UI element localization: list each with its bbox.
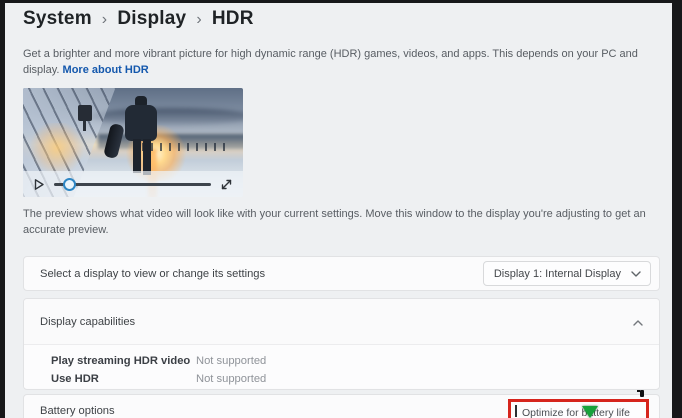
- video-control-bar: [23, 171, 243, 197]
- green-cursor-annotation: [582, 406, 598, 418]
- breadcrumb-display[interactable]: Display: [117, 8, 186, 30]
- capability-value: Not supported: [196, 373, 267, 385]
- chevron-down-icon: [631, 268, 641, 280]
- play-icon[interactable]: [33, 178, 45, 191]
- display-capabilities-card: Display capabilities Play streaming HDR …: [23, 298, 660, 390]
- chevron-down-icon: [654, 412, 663, 418]
- hdr-video-preview[interactable]: [23, 88, 243, 197]
- display-select-dropdown[interactable]: Display 1: Internal Display: [482, 261, 651, 286]
- capability-label: Use HDR: [51, 373, 99, 385]
- battery-options-dropdown[interactable]: Optimize for battery life: [522, 407, 630, 418]
- fullscreen-icon[interactable]: [220, 178, 233, 191]
- seek-slider[interactable]: [54, 177, 211, 191]
- seek-track[interactable]: [54, 183, 211, 186]
- capability-value: Not supported: [196, 355, 267, 367]
- breadcrumb-separator: ›: [101, 10, 108, 28]
- display-capabilities-body: Play streaming HDR video Not supported U…: [24, 345, 659, 388]
- breadcrumb: System › Display › HDR: [23, 8, 254, 30]
- breadcrumb-system[interactable]: System: [23, 8, 92, 30]
- capability-row: Play streaming HDR video Not supported: [51, 352, 643, 370]
- select-display-card: Select a display to view or change its s…: [23, 256, 660, 291]
- text-cursor: [515, 405, 517, 417]
- page-description: Get a brighter and more vibrant picture …: [23, 47, 671, 78]
- video-railing-glow: [27, 122, 88, 173]
- breadcrumb-separator: ›: [196, 10, 202, 28]
- capability-label: Play streaming HDR video: [51, 355, 191, 367]
- settings-page: System › Display › HDR Get a brighter an…: [5, 3, 672, 418]
- breadcrumb-hdr: HDR: [211, 8, 254, 29]
- video-deck-lamp: [78, 105, 92, 131]
- video-cloud-band: [89, 107, 243, 126]
- battery-options-dropdown-area: Optimize for battery life: [508, 399, 649, 418]
- annotation-mark: [637, 390, 644, 397]
- chevron-up-icon: [633, 313, 643, 331]
- preview-note: The preview shows what video will look l…: [23, 208, 646, 236]
- battery-options-label: Battery options: [40, 405, 115, 417]
- seek-thumb[interactable]: [63, 178, 77, 191]
- display-capabilities-title: Display capabilities: [40, 315, 136, 328]
- battery-options-card: Battery options Optimize for battery lif…: [23, 394, 660, 418]
- more-about-hdr-link[interactable]: More about HDR: [63, 64, 149, 76]
- display-select-value: Display 1: Internal Display: [493, 267, 621, 280]
- select-display-label: Select a display to view or change its s…: [40, 267, 266, 280]
- capability-row: Use HDR Not supported: [51, 370, 643, 388]
- display-capabilities-expander[interactable]: Display capabilities: [24, 299, 659, 345]
